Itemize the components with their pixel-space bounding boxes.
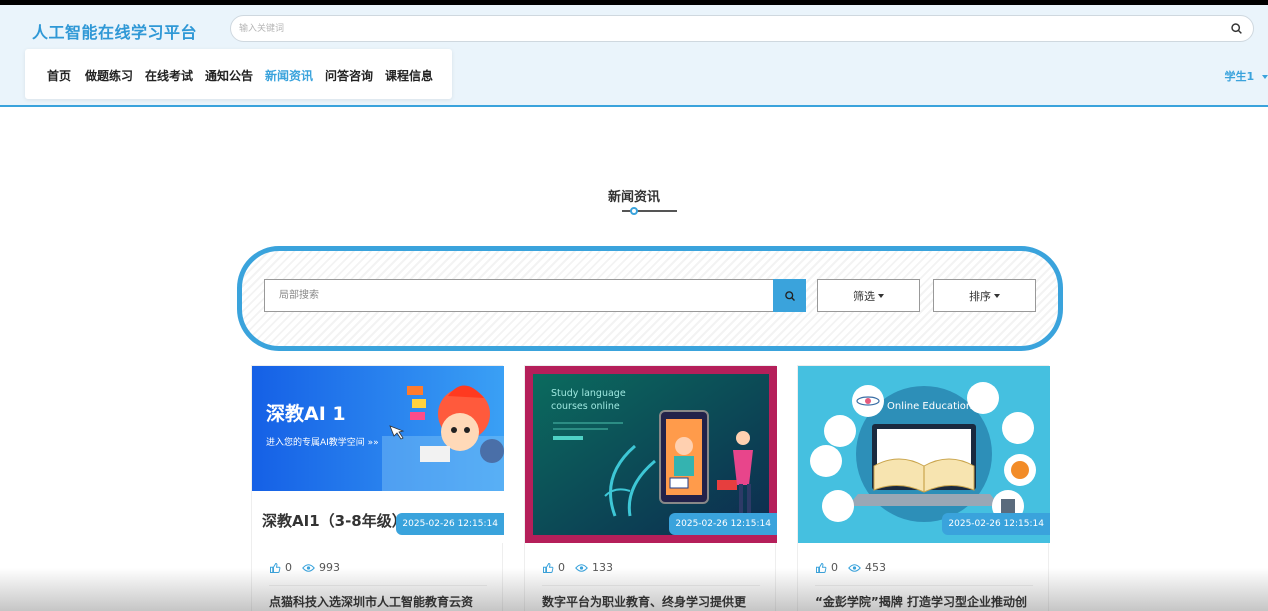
local-search-box [264,279,774,312]
news-date-badge: 2025-02-26 12:15:14 [396,513,504,535]
nav-item-news[interactable]: 新闻资讯 [265,67,313,84]
eye-icon [575,563,588,572]
search-icon[interactable] [1230,22,1243,35]
news-title[interactable]: 点猫科技入选深圳市人工智能教育云资 [269,593,491,610]
image-heading: Study language [551,388,626,399]
search-icon [784,290,795,301]
like-count: 0 [831,561,838,574]
image-heading: Online Education [887,401,973,412]
sort-dropdown[interactable]: 排序 [933,279,1036,312]
view-count: 993 [319,561,340,574]
thumbs-up-icon[interactable] [815,562,827,574]
card-divider [815,585,1033,586]
caret-down-icon [994,293,1000,298]
local-search-input[interactable] [265,280,773,311]
sort-label: 排序 [969,289,991,303]
global-search-box [230,15,1254,42]
page-title: 新闻资讯 [607,190,660,205]
thumbs-up-icon[interactable] [269,562,281,574]
filter-dropdown[interactable]: 筛选 [817,279,920,312]
news-stats: 0 453 [815,561,886,574]
eye-icon [848,563,861,572]
search-button[interactable] [773,279,806,312]
image-subheading: 进入您的专属AI教学空间 »» [266,438,379,448]
user-menu[interactable]: 学生1 [1225,68,1268,84]
site-logo[interactable]: 人工智能在线学习平台 [32,19,197,43]
nav-item-qa[interactable]: 问答咨询 [325,67,373,84]
image-heading: 深教AI 1 [266,403,346,425]
thumbs-up-icon[interactable] [542,562,554,574]
news-title[interactable]: 数字平台为职业教育、终身学习提供更 [542,593,764,610]
eye-icon [302,563,315,572]
global-search-input[interactable] [231,16,1211,41]
title-dot [630,207,638,215]
like-count: 0 [558,561,565,574]
image-caption: 深教AI1（3-8年级） [262,512,407,530]
nav-item-notice[interactable]: 通知公告 [205,67,253,84]
filter-label: 筛选 [853,289,875,303]
news-date-badge: 2025-02-26 12:15:14 [942,513,1050,535]
nav-item-courses[interactable]: 课程信息 [385,67,433,84]
news-stats: 0 993 [269,561,340,574]
nav-item-exam[interactable]: 在线考试 [145,67,193,84]
card-divider [269,585,487,586]
card-divider [542,585,760,586]
news-card-image[interactable]: Study language courses online 2025-02-26… [525,366,777,543]
news-stats: 0 133 [542,561,613,574]
image-subheading: courses online [551,401,620,412]
user-name: 学生1 [1224,70,1255,83]
nav-item-home[interactable]: 首页 [47,67,71,84]
news-card-image[interactable]: Online Education 2025-02-26 12:15:14 [798,366,1050,543]
chevron-down-icon [1262,75,1268,79]
news-card[interactable]: Online Education 2025-02-26 12:15:14 0 4… [797,365,1050,611]
view-count: 453 [865,561,886,574]
view-count: 133 [592,561,613,574]
nav-item-practice[interactable]: 做题练习 [85,67,133,84]
search-panel: 筛选 排序 [237,246,1063,351]
caret-down-icon [878,293,884,298]
news-card-image[interactable]: 深教AI 1 进入您的专属AI教学空间 »» 深教AI1（3-8年级） 2025… [252,366,504,543]
news-card[interactable]: Study language courses online 2025-02-26… [524,365,777,611]
like-count: 0 [285,561,292,574]
news-title[interactable]: “金彭学院”揭牌 打造学习型企业推动创 [815,593,1037,610]
news-date-badge: 2025-02-26 12:15:14 [669,513,777,535]
news-card[interactable]: 深教AI 1 进入您的专属AI教学空间 »» 深教AI1（3-8年级） 2025… [251,365,504,611]
main-nav: 首页 做题练习 在线考试 通知公告 新闻资讯 问答咨询 课程信息 [25,49,452,99]
